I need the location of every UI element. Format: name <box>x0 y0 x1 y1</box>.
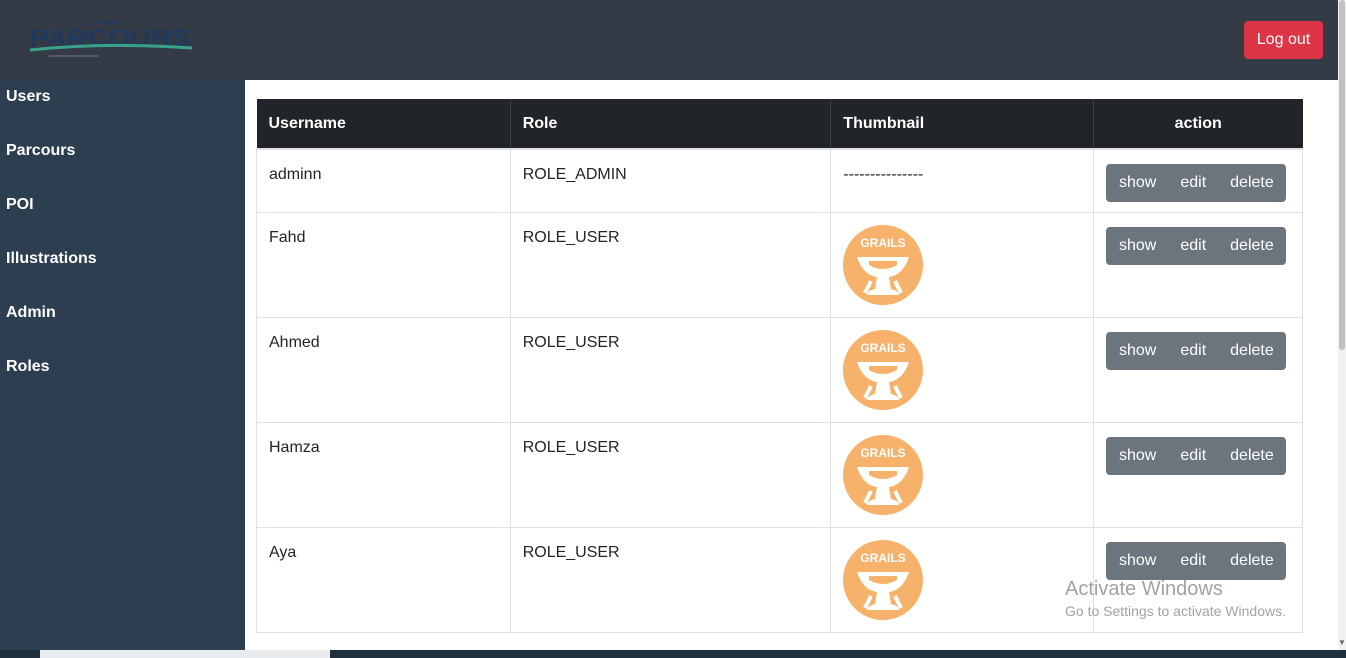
column-header-action: action <box>1092 99 1303 150</box>
svg-text:GRAILS: GRAILS <box>861 446 906 460</box>
grails-icon: GRAILS <box>843 434 924 515</box>
delete-button[interactable]: delete <box>1218 332 1286 370</box>
thumbnail-placeholder: --------------- <box>843 166 924 183</box>
sidebar-item-roles[interactable]: Roles <box>0 350 245 404</box>
sidebar-item-users[interactable]: Users <box>0 80 245 134</box>
vertical-scrollbar[interactable]: ▼ <box>1338 0 1346 650</box>
edit-button[interactable]: edit <box>1168 437 1218 475</box>
svg-text:GRAILS: GRAILS <box>861 551 906 565</box>
table-row: adminn ROLE_ADMIN --------------- show e… <box>256 148 1304 213</box>
taskbar <box>0 650 1346 658</box>
table-header-row: Username Role Thumbnail action <box>256 99 1303 150</box>
sidebar-item-poi[interactable]: POI <box>0 188 245 242</box>
parcours-logo[interactable]: PARCOURS <box>28 16 194 62</box>
edit-button[interactable]: edit <box>1168 542 1218 580</box>
role-cell: ROLE_ADMIN <box>522 166 627 183</box>
username-cell: Ahmed <box>269 333 320 351</box>
delete-button[interactable]: delete <box>1218 227 1286 265</box>
show-button[interactable]: show <box>1106 164 1168 202</box>
main-content: Username Role Thumbnail action adminn RO… <box>245 80 1323 650</box>
role-cell: ROLE_USER <box>522 228 620 246</box>
delete-button[interactable]: delete <box>1218 164 1286 202</box>
sidebar-item-illustrations[interactable]: Illustrations <box>0 242 245 296</box>
action-button-group: show edit delete <box>1105 226 1286 265</box>
sidebar-item-parcours[interactable]: Parcours <box>0 134 245 188</box>
scrollbar-thumb[interactable] <box>1339 0 1345 350</box>
show-button[interactable]: show <box>1106 332 1168 370</box>
column-header-thumbnail: Thumbnail <box>830 99 1094 150</box>
action-button-group: show edit delete <box>1105 541 1286 580</box>
role-cell: ROLE_USER <box>522 333 620 351</box>
grails-icon: GRAILS <box>843 224 924 305</box>
table-row: Ahmed ROLE_USER GRAILS show edit delete <box>256 316 1304 423</box>
grails-icon: GRAILS <box>843 329 924 410</box>
svg-text:GRAILS: GRAILS <box>861 236 906 250</box>
logout-button[interactable]: Log out <box>1244 21 1323 59</box>
username-cell: Hamza <box>269 438 320 456</box>
svg-text:GRAILS: GRAILS <box>861 341 906 355</box>
edit-button[interactable]: edit <box>1168 164 1218 202</box>
scroll-down-arrow-icon[interactable]: ▼ <box>1338 638 1346 650</box>
activate-windows-watermark: Activate Windows Go to Settings to activ… <box>1065 577 1286 621</box>
action-button-group: show edit delete <box>1105 164 1286 202</box>
sidebar-item-admin[interactable]: Admin <box>0 296 245 350</box>
show-button[interactable]: show <box>1106 227 1168 265</box>
watermark-title: Activate Windows <box>1065 578 1223 600</box>
show-button[interactable]: show <box>1106 542 1168 580</box>
grails-icon: GRAILS <box>843 539 924 620</box>
username-cell: adminn <box>269 166 322 183</box>
show-button[interactable]: show <box>1106 437 1168 475</box>
role-cell: ROLE_USER <box>522 438 620 456</box>
sidebar: Users Parcours POI Illustrations Admin R… <box>0 80 245 650</box>
watermark-subtitle: Go to Settings to activate Windows. <box>1065 603 1286 619</box>
action-button-group: show edit delete <box>1105 331 1286 370</box>
delete-button[interactable]: delete <box>1218 542 1286 580</box>
role-cell: ROLE_USER <box>522 543 620 561</box>
edit-button[interactable]: edit <box>1168 227 1218 265</box>
column-header-username: Username <box>256 99 511 150</box>
table-row: Fahd ROLE_USER GRAILS show edit delete <box>256 211 1304 318</box>
action-button-group: show edit delete <box>1105 436 1286 475</box>
delete-button[interactable]: delete <box>1218 437 1286 475</box>
edit-button[interactable]: edit <box>1168 332 1218 370</box>
table-row: Hamza ROLE_USER GRAILS show edit delete <box>256 421 1304 528</box>
username-cell: Aya <box>269 543 297 561</box>
users-table: Username Role Thumbnail action adminn RO… <box>256 99 1304 633</box>
column-header-role: Role <box>509 99 831 150</box>
username-cell: Fahd <box>269 228 306 246</box>
taskbar-search-box[interactable] <box>40 650 330 658</box>
top-navbar: PARCOURS Log out <box>0 0 1338 80</box>
